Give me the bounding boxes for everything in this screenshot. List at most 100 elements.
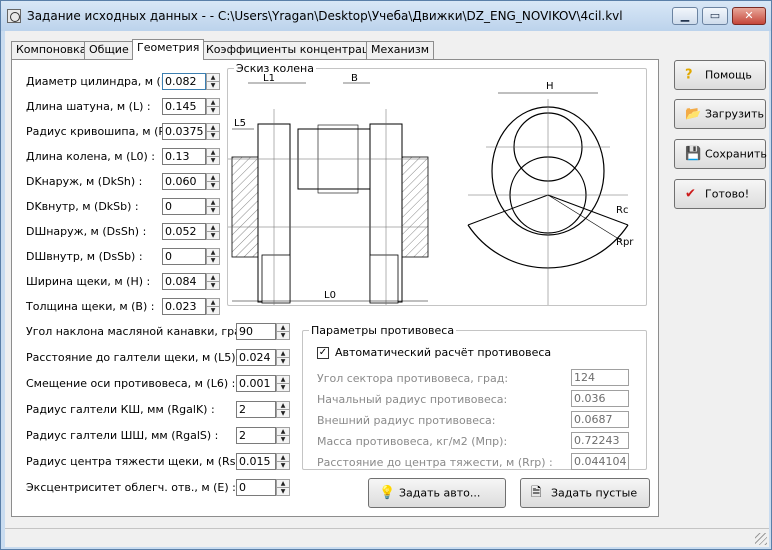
- field-label: Начальный радиус противовеса:: [317, 393, 508, 406]
- set-auto-button[interactable]: 💡 Задать авто...: [368, 478, 506, 508]
- fillet-main-spinner[interactable]: ▲ ▼: [276, 401, 290, 418]
- web-thickness-input[interactable]: 0.023: [162, 298, 206, 315]
- floppy-icon: 💾: [685, 146, 702, 162]
- tab-koefficienty[interactable]: Коэффициенты концентрации: [201, 41, 389, 59]
- label-h: H: [546, 81, 554, 92]
- auto-counterweight-checkbox[interactable]: ✓: [317, 347, 329, 359]
- spin-down-icon[interactable]: ▼: [207, 132, 219, 140]
- crank-radius-input[interactable]: 0.0375: [162, 123, 206, 140]
- fillet-distance-spinner[interactable]: ▲ ▼: [276, 349, 290, 366]
- spin-up-icon[interactable]: ▲: [277, 350, 289, 358]
- oil-groove-angle-spinner[interactable]: ▲ ▼: [276, 323, 290, 340]
- spin-up-icon[interactable]: ▲: [207, 124, 219, 132]
- spin-up-icon[interactable]: ▲: [207, 249, 219, 257]
- spin-up-icon[interactable]: ▲: [277, 454, 289, 462]
- tab-obshchie[interactable]: Общие: [84, 41, 134, 59]
- label-l0: L0: [324, 290, 336, 301]
- web-width-spinner[interactable]: ▲ ▼: [206, 273, 220, 290]
- diameter-spinner[interactable]: ▲ ▼: [206, 73, 220, 90]
- spin-down-icon[interactable]: ▼: [277, 358, 289, 366]
- spin-down-icon[interactable]: ▼: [207, 257, 219, 265]
- spin-up-icon[interactable]: ▲: [207, 274, 219, 282]
- dk-outer-spinner[interactable]: ▲ ▼: [206, 173, 220, 190]
- fillet-main-input[interactable]: 2: [236, 401, 276, 418]
- counterweight-title: Параметры противовеса: [309, 324, 457, 337]
- throw-length-input[interactable]: 0.13: [162, 148, 206, 165]
- spin-up-icon[interactable]: ▲: [277, 428, 289, 436]
- spin-up-icon[interactable]: ▲: [207, 99, 219, 107]
- spin-down-icon[interactable]: ▼: [277, 436, 289, 444]
- ds-outer-spinner[interactable]: ▲ ▼: [206, 223, 220, 240]
- ds-outer-input[interactable]: 0.052: [162, 223, 206, 240]
- spin-down-icon[interactable]: ▼: [207, 107, 219, 115]
- spin-up-icon[interactable]: ▲: [207, 224, 219, 232]
- rod-length-input[interactable]: 0.145: [162, 98, 206, 115]
- dk-inner-spinner[interactable]: ▲ ▼: [206, 198, 220, 215]
- done-button[interactable]: ✔ Готово!: [674, 179, 766, 209]
- spin-down-icon[interactable]: ▼: [277, 410, 289, 418]
- spin-down-icon[interactable]: ▼: [277, 462, 289, 470]
- spin-up-icon[interactable]: ▲: [207, 149, 219, 157]
- spin-down-icon[interactable]: ▼: [277, 384, 289, 392]
- counterweight-left: [261, 254, 291, 304]
- spin-up-icon[interactable]: ▲: [207, 199, 219, 207]
- load-button[interactable]: 📂 Загрузить: [674, 99, 766, 129]
- field-label: Длина шатуна, м (L) :: [26, 100, 151, 113]
- spin-down-icon[interactable]: ▼: [277, 332, 289, 340]
- crank-radius-spinner[interactable]: ▲ ▼: [206, 123, 220, 140]
- main-journal-right: [401, 156, 429, 258]
- save-button[interactable]: 💾 Сохранить: [674, 139, 767, 169]
- spin-down-icon[interactable]: ▼: [207, 307, 219, 315]
- maximize-icon: ▭: [709, 9, 721, 22]
- main-window: Задание исходных данных - - C:\Users\Yra…: [0, 0, 772, 550]
- web-cog-radius-spinner[interactable]: ▲ ▼: [276, 453, 290, 470]
- help-button[interactable]: ? Помощь: [674, 60, 766, 90]
- spin-up-icon[interactable]: ▲: [277, 376, 289, 384]
- throw-length-spinner[interactable]: ▲ ▼: [206, 148, 220, 165]
- cw-mass-input: 0.72243: [571, 432, 629, 449]
- maximize-button[interactable]: ▭: [702, 7, 728, 25]
- tab-mekhanizm[interactable]: Механизм: [366, 41, 434, 59]
- spin-up-icon[interactable]: ▲: [277, 324, 289, 332]
- web-width-input[interactable]: 0.084: [162, 273, 206, 290]
- spin-up-icon[interactable]: ▲: [207, 174, 219, 182]
- tab-kompanovka[interactable]: Компоновка: [11, 41, 92, 59]
- fillet-distance-input[interactable]: 0.024: [236, 349, 276, 366]
- field-label: Эксцентриситет облегч. отв., м (E) :: [26, 481, 236, 494]
- web-thickness-spinner[interactable]: ▲ ▼: [206, 298, 220, 315]
- cw-offset-spinner[interactable]: ▲ ▼: [276, 375, 290, 392]
- minimize-button[interactable]: ▁: [672, 7, 698, 25]
- eccentricity-input[interactable]: 0: [236, 479, 276, 496]
- ds-inner-spinner[interactable]: ▲ ▼: [206, 248, 220, 265]
- spin-down-icon[interactable]: ▼: [277, 488, 289, 496]
- fillet-pin-spinner[interactable]: ▲ ▼: [276, 427, 290, 444]
- field-label: DKвнутр, м (DkSb) :: [26, 200, 139, 213]
- spin-down-icon[interactable]: ▼: [207, 82, 219, 90]
- set-empty-button[interactable]: 🗎 Задать пустые: [520, 478, 650, 508]
- fillet-pin-input[interactable]: 2: [236, 427, 276, 444]
- web-cog-radius-input[interactable]: 0.015: [236, 453, 276, 470]
- spin-down-icon[interactable]: ▼: [207, 207, 219, 215]
- spin-down-icon[interactable]: ▼: [207, 182, 219, 190]
- title-bar: Задание исходных данных - - C:\Users\Yra…: [1, 1, 771, 31]
- resize-grip-icon[interactable]: [755, 533, 767, 545]
- spin-down-icon[interactable]: ▼: [207, 157, 219, 165]
- spin-up-icon[interactable]: ▲: [277, 402, 289, 410]
- spin-up-icon[interactable]: ▲: [207, 299, 219, 307]
- oil-groove-angle-input[interactable]: 90: [236, 323, 276, 340]
- label-l1: L1: [263, 73, 275, 84]
- spin-down-icon[interactable]: ▼: [207, 232, 219, 240]
- spin-up-icon[interactable]: ▲: [277, 480, 289, 488]
- close-button[interactable]: ✕: [732, 7, 766, 25]
- diameter-input[interactable]: 0.082: [162, 73, 206, 90]
- ds-inner-input[interactable]: 0: [162, 248, 206, 265]
- tab-geometriya[interactable]: Геометрия: [132, 39, 205, 60]
- field-label: Внешний радиус противовеса:: [317, 414, 496, 427]
- dk-inner-input[interactable]: 0: [162, 198, 206, 215]
- spin-up-icon[interactable]: ▲: [207, 74, 219, 82]
- eccentricity-spinner[interactable]: ▲ ▼: [276, 479, 290, 496]
- spin-down-icon[interactable]: ▼: [207, 282, 219, 290]
- dk-outer-input[interactable]: 0.060: [162, 173, 206, 190]
- rod-length-spinner[interactable]: ▲ ▼: [206, 98, 220, 115]
- cw-offset-input[interactable]: 0.001: [236, 375, 276, 392]
